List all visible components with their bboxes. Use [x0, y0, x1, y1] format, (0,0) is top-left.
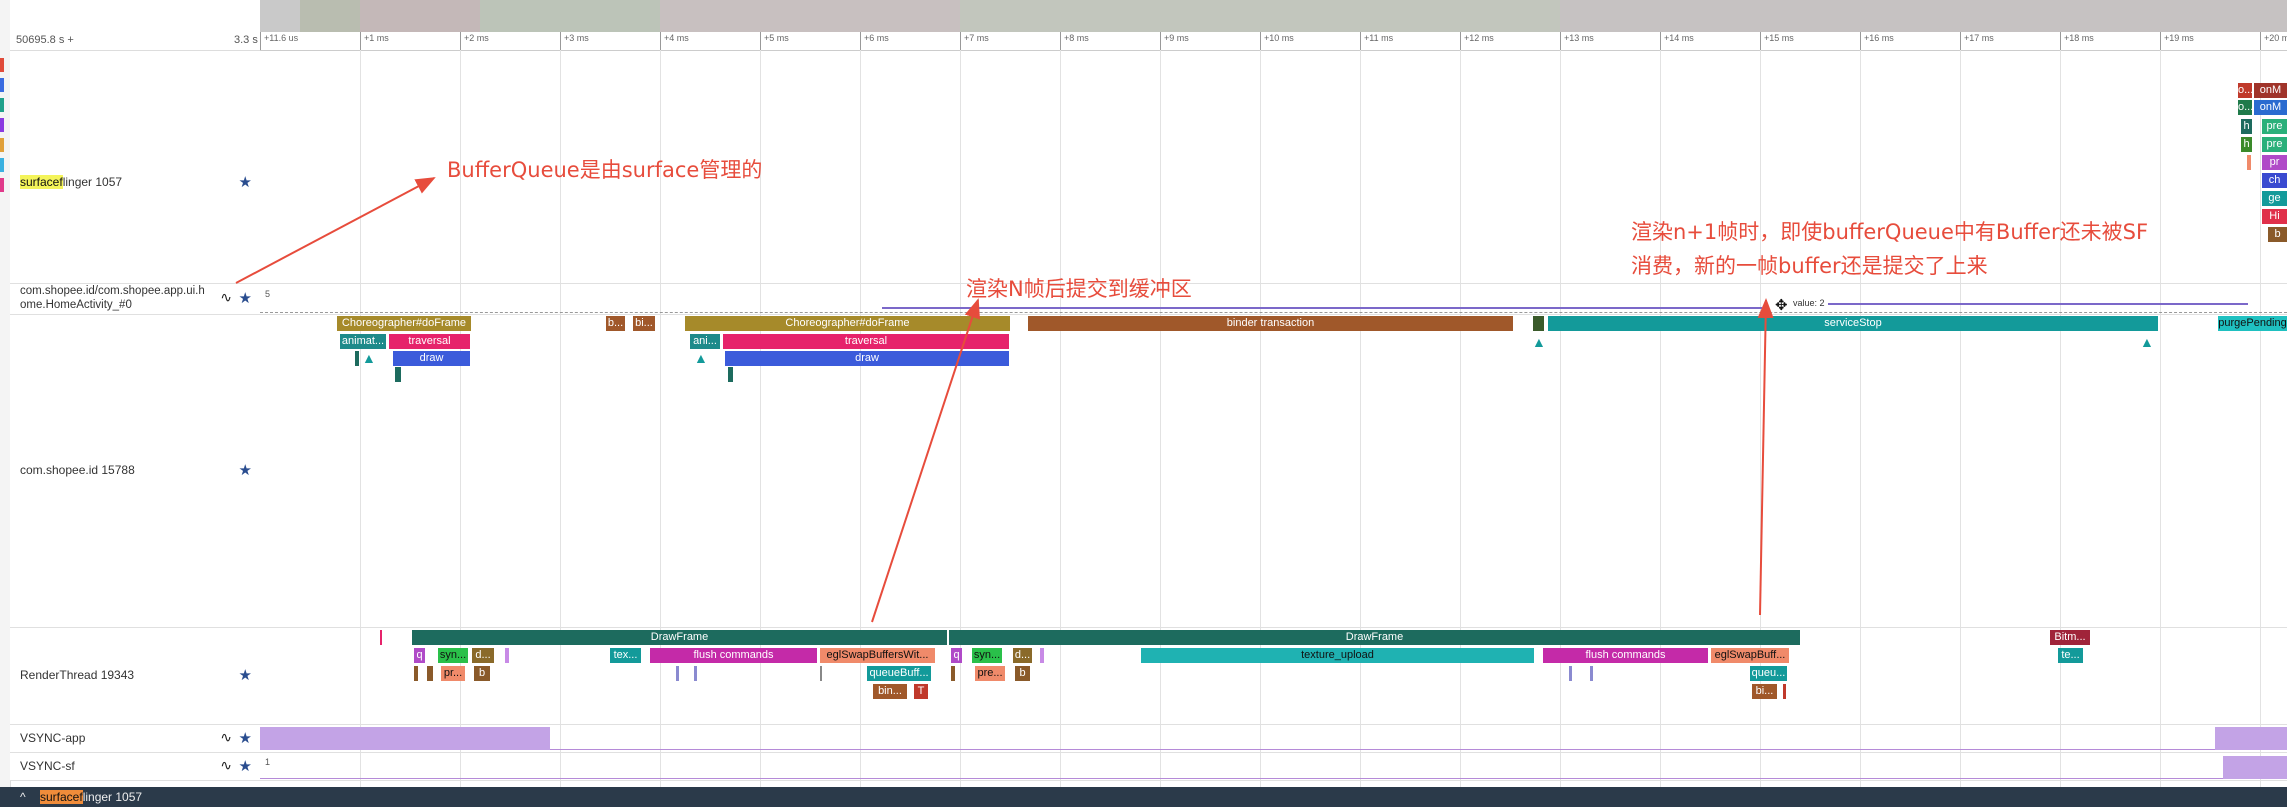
annotation-frame-n: 渲染N帧后提交到缓冲区	[966, 277, 1192, 301]
details-title: surfaceflinger 1057	[40, 790, 143, 804]
annotation-arrow	[235, 177, 436, 284]
annotation-arrows	[235, 177, 1774, 623]
annotation-arrow	[871, 298, 980, 623]
details-panel-bar[interactable]: ^ surfaceflinger 1057	[0, 787, 2287, 807]
perfetto-trace-viewer: 50695.8 s + 3.3 s ⌃⌄ +11.6 us +1 ms +2 m…	[0, 0, 2287, 807]
annotation-arrow	[1757, 298, 1774, 616]
annotation-bufferqueue: BufferQueue是由surface管理的	[447, 158, 763, 182]
annotation-frame-n1-line1: 渲染n+1帧时，即使bufferQueue中有Buffer还未被SF	[1631, 220, 2149, 244]
annotation-frame-n1-line2: 消费，新的一帧buffer还是提交了上来	[1631, 254, 1988, 278]
expand-caret-icon[interactable]: ^	[20, 790, 26, 804]
